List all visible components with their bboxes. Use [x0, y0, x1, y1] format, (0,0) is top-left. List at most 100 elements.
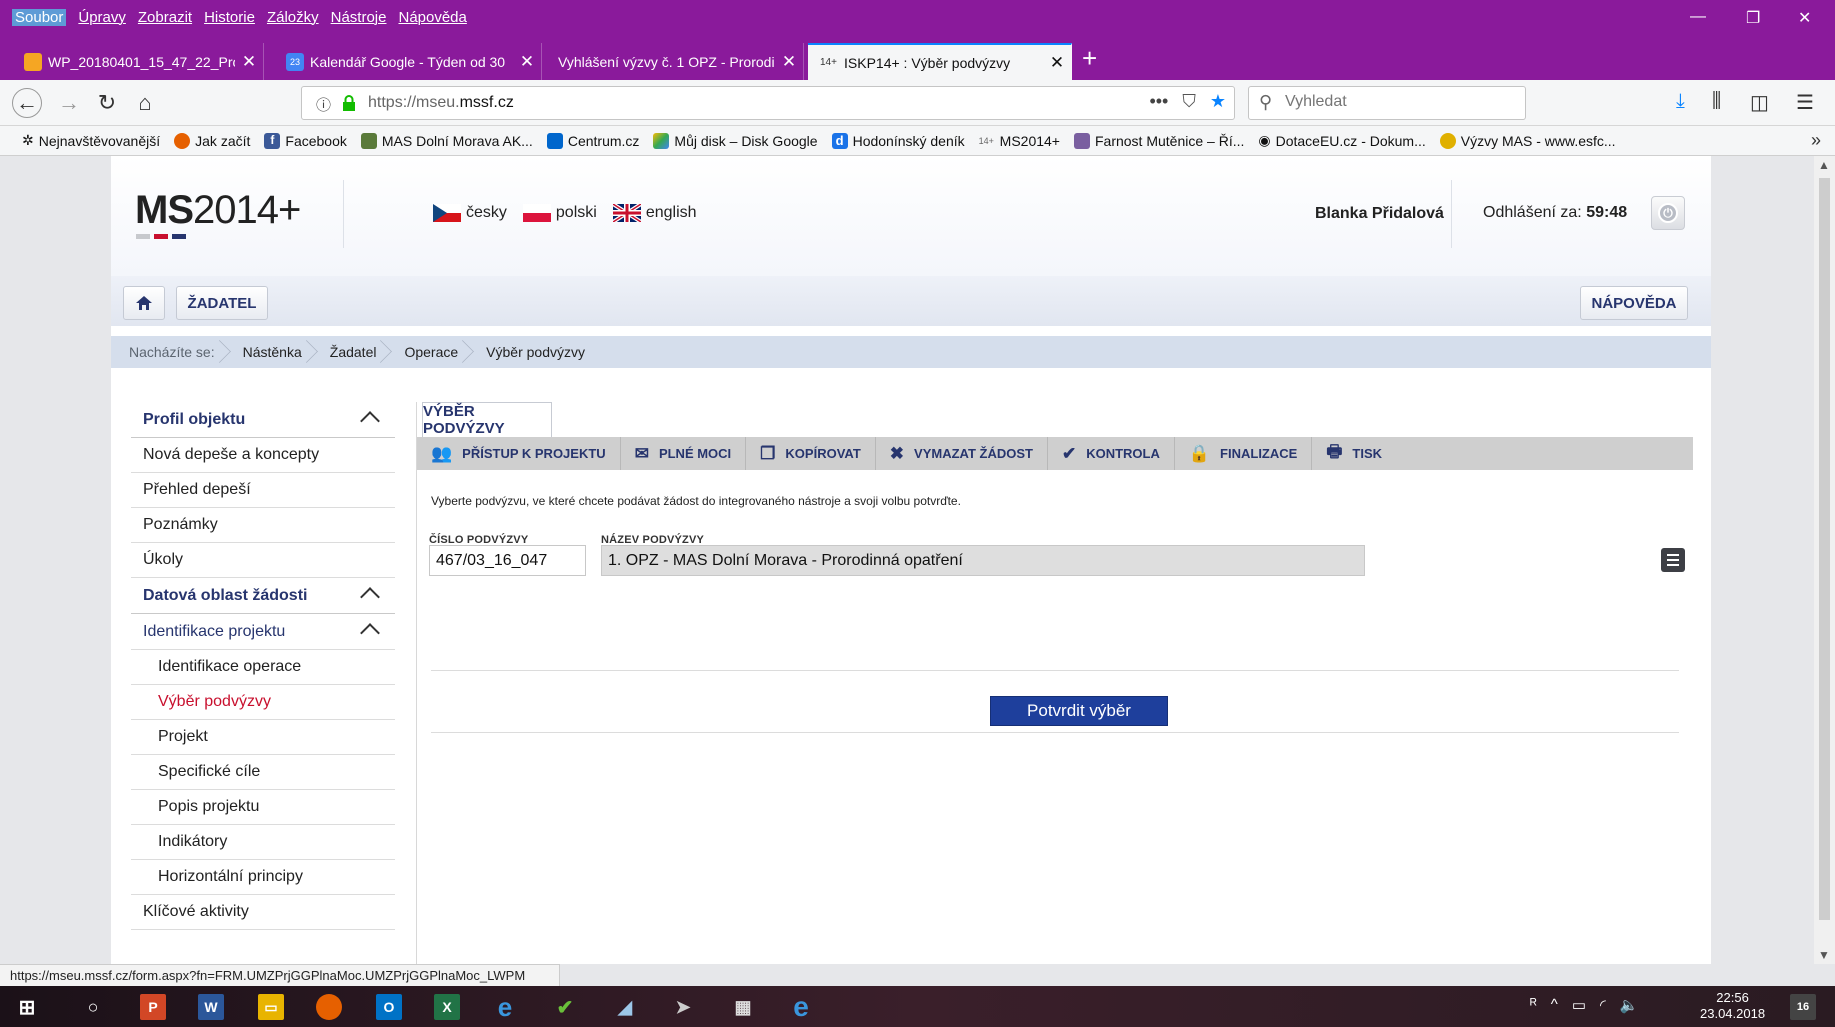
- scroll-up-icon[interactable]: ▲: [1818, 158, 1830, 172]
- sidebar-item-notes[interactable]: Poznámky: [131, 508, 395, 543]
- clock[interactable]: 22:56 23.04.2018: [1700, 990, 1765, 1022]
- subcall-name-field[interactable]: 1. OPZ - MAS Dolní Morava - Prorodinná o…: [601, 545, 1365, 576]
- lang-english[interactable]: english: [612, 204, 697, 222]
- search-bar[interactable]: ⚲: [1248, 86, 1526, 120]
- logout-button[interactable]: ⏻: [1651, 196, 1685, 230]
- chevron-up-icon[interactable]: [360, 411, 380, 431]
- sidebar-item-specific-goals[interactable]: Specifické cíle: [131, 755, 395, 790]
- firefox-icon[interactable]: [316, 994, 342, 1020]
- people-icon[interactable]: ᴿ: [1530, 996, 1537, 1014]
- windows-start-icon[interactable]: ⊞: [14, 994, 40, 1020]
- menu-bookmarks[interactable]: Záložky: [267, 9, 319, 26]
- bookmark-star-icon[interactable]: ★: [1210, 91, 1226, 112]
- new-tab-icon[interactable]: +: [1082, 43, 1097, 73]
- menu-hamburger-icon[interactable]: ☰: [1796, 90, 1814, 115]
- library-icon[interactable]: ⫼: [1712, 90, 1721, 113]
- restore-icon[interactable]: ❐: [1746, 8, 1760, 28]
- menu-help[interactable]: Nápověda: [398, 9, 466, 26]
- bookmark-most-visited[interactable]: ✲ Nejnavštěvovanější: [22, 132, 160, 149]
- edge-icon[interactable]: e: [788, 991, 814, 1022]
- tab-photo[interactable]: WP_20180401_15_47_22_Pro.jp ✕: [12, 43, 264, 80]
- subcall-number-field[interactable]: 467/03_16_047: [429, 545, 586, 576]
- menu-file[interactable]: Soubor: [12, 9, 67, 26]
- download-icon[interactable]: ⤓: [1676, 90, 1685, 113]
- back-icon[interactable]: ←: [12, 88, 42, 118]
- sidebar-item-message-overview[interactable]: Přehled depeší: [131, 473, 395, 508]
- list-select-button[interactable]: [1661, 548, 1685, 572]
- help-button[interactable]: NÁPOVĚDA: [1580, 286, 1688, 320]
- url-bar[interactable]: ⓘ https://mseu.mssf.cz ••• ⛉ ★: [301, 86, 1235, 120]
- home-icon[interactable]: ⌂: [130, 88, 160, 118]
- delete-application-button[interactable]: ✖ VYMAZAT ŽÁDOST: [876, 437, 1048, 470]
- close-tab-icon[interactable]: ✕: [235, 52, 263, 72]
- search-input[interactable]: [1285, 93, 1515, 111]
- sidebar-item-horizontal-principles[interactable]: Horizontální principy: [131, 860, 395, 895]
- bookmark-getting-started[interactable]: Jak začít: [174, 132, 250, 149]
- checkmark-app-icon[interactable]: ✔: [552, 994, 578, 1020]
- sidebar-profile[interactable]: Profil objektu: [131, 402, 395, 438]
- sidebar-item-operation-identification[interactable]: Identifikace operace: [131, 650, 395, 685]
- breadcrumb-operations[interactable]: Operace: [390, 336, 472, 368]
- bookmark-dotaceeu[interactable]: ◉ DotaceEU.cz - Dokum...: [1258, 132, 1425, 149]
- wifi-icon[interactable]: ◜: [1600, 996, 1606, 1014]
- user-name[interactable]: Blanka Přidalová: [1315, 205, 1444, 223]
- sidebar-project-identification[interactable]: Identifikace projektu: [131, 614, 395, 650]
- word-icon[interactable]: W: [198, 994, 224, 1020]
- role-button[interactable]: ŽADATEL: [176, 286, 268, 320]
- lang-czech[interactable]: česky: [433, 204, 507, 222]
- pocket-icon[interactable]: ⛉: [1182, 91, 1196, 112]
- lang-polish[interactable]: polski: [522, 204, 597, 222]
- powerpoint-icon[interactable]: P: [140, 994, 166, 1020]
- sidebar-item-new-messages[interactable]: Nová depeše a koncepty: [131, 438, 395, 473]
- volume-icon[interactable]: 🔈: [1620, 996, 1639, 1014]
- tab-subcall-selection[interactable]: VÝBĚR PODVÝZVY: [422, 402, 552, 437]
- close-window-icon[interactable]: ✕: [1798, 8, 1811, 28]
- sidebar-item-tasks[interactable]: Úkoly: [131, 543, 395, 578]
- bookmark-facebook[interactable]: f Facebook: [264, 132, 347, 149]
- menu-tools[interactable]: Nástroje: [331, 9, 387, 26]
- search-icon[interactable]: ○: [80, 994, 106, 1020]
- sidebar-item-project-description[interactable]: Popis projektu: [131, 790, 395, 825]
- breadcrumb-applicant[interactable]: Žadatel: [316, 336, 391, 368]
- home-button[interactable]: [123, 286, 165, 320]
- sidebar-item-key-activities[interactable]: Klíčové aktivity: [131, 895, 395, 930]
- project-access-button[interactable]: 👥 PŘÍSTUP K PROJEKTU: [417, 437, 621, 470]
- bookmarks-overflow-icon[interactable]: »: [1811, 130, 1821, 151]
- forward-icon[interactable]: →: [54, 88, 84, 118]
- sidebar-item-subcall-selection[interactable]: Výběr podvýzvy: [131, 685, 395, 720]
- bookmark-farnost[interactable]: Farnost Mutěnice – Ří...: [1073, 132, 1244, 149]
- breadcrumb-dashboard[interactable]: Nástěnka: [229, 336, 316, 368]
- tab-announcement[interactable]: Vyhlášení výzvy č. 1 OPZ - Prorodin ✕: [546, 43, 804, 80]
- tab-calendar[interactable]: 23 Kalendář Google - Týden od 30 ✕: [274, 43, 542, 80]
- menu-view[interactable]: Zobrazit: [138, 9, 192, 26]
- scrollbar-thumb[interactable]: [1819, 178, 1830, 920]
- tab-iskp-active[interactable]: 14+ ISKP14+ : Výběr podvýzvy ✕: [808, 43, 1072, 80]
- bookmark-hodonin[interactable]: d Hodonínský deník: [831, 132, 965, 149]
- file-explorer-icon[interactable]: ▭: [258, 994, 284, 1020]
- bookmark-ms2014[interactable]: 14+ MS2014+: [979, 133, 1060, 149]
- ms2014-logo[interactable]: MS2014+: [135, 188, 301, 233]
- print-button[interactable]: 🖶 TISK: [1312, 437, 1396, 470]
- chevron-up-icon[interactable]: [360, 623, 380, 643]
- power-of-attorney-button[interactable]: ✉ PLNÉ MOCI: [621, 437, 747, 470]
- sidebar-item-project[interactable]: Projekt: [131, 720, 395, 755]
- sidebar-data-area[interactable]: Datová oblast žádosti: [131, 578, 395, 614]
- sidebar-item-indicators[interactable]: Indikátory: [131, 825, 395, 860]
- notifications-icon[interactable]: 16: [1790, 994, 1816, 1020]
- close-tab-icon[interactable]: ✕: [513, 52, 541, 72]
- close-tab-icon[interactable]: ✕: [1043, 53, 1071, 73]
- confirm-selection-button[interactable]: Potvrdit výběr: [990, 696, 1168, 726]
- bookmark-mas[interactable]: MAS Dolní Morava AK...: [360, 132, 533, 149]
- reload-icon[interactable]: ↻: [92, 88, 122, 118]
- page-actions-icon[interactable]: •••: [1149, 91, 1168, 112]
- outlook-icon[interactable]: O: [376, 994, 402, 1020]
- excel-icon[interactable]: X: [434, 994, 460, 1020]
- info-icon[interactable]: ⓘ: [316, 94, 331, 115]
- scroll-down-icon[interactable]: ▼: [1818, 948, 1830, 962]
- internet-explorer-icon[interactable]: e: [492, 992, 518, 1022]
- app-icon[interactable]: ◢: [612, 994, 638, 1020]
- scanner-icon[interactable]: ➤: [670, 994, 696, 1020]
- minimize-icon[interactable]: —: [1690, 8, 1706, 26]
- copy-button[interactable]: ❐ KOPÍROVAT: [746, 437, 876, 470]
- calculator-icon[interactable]: ▦: [730, 994, 756, 1020]
